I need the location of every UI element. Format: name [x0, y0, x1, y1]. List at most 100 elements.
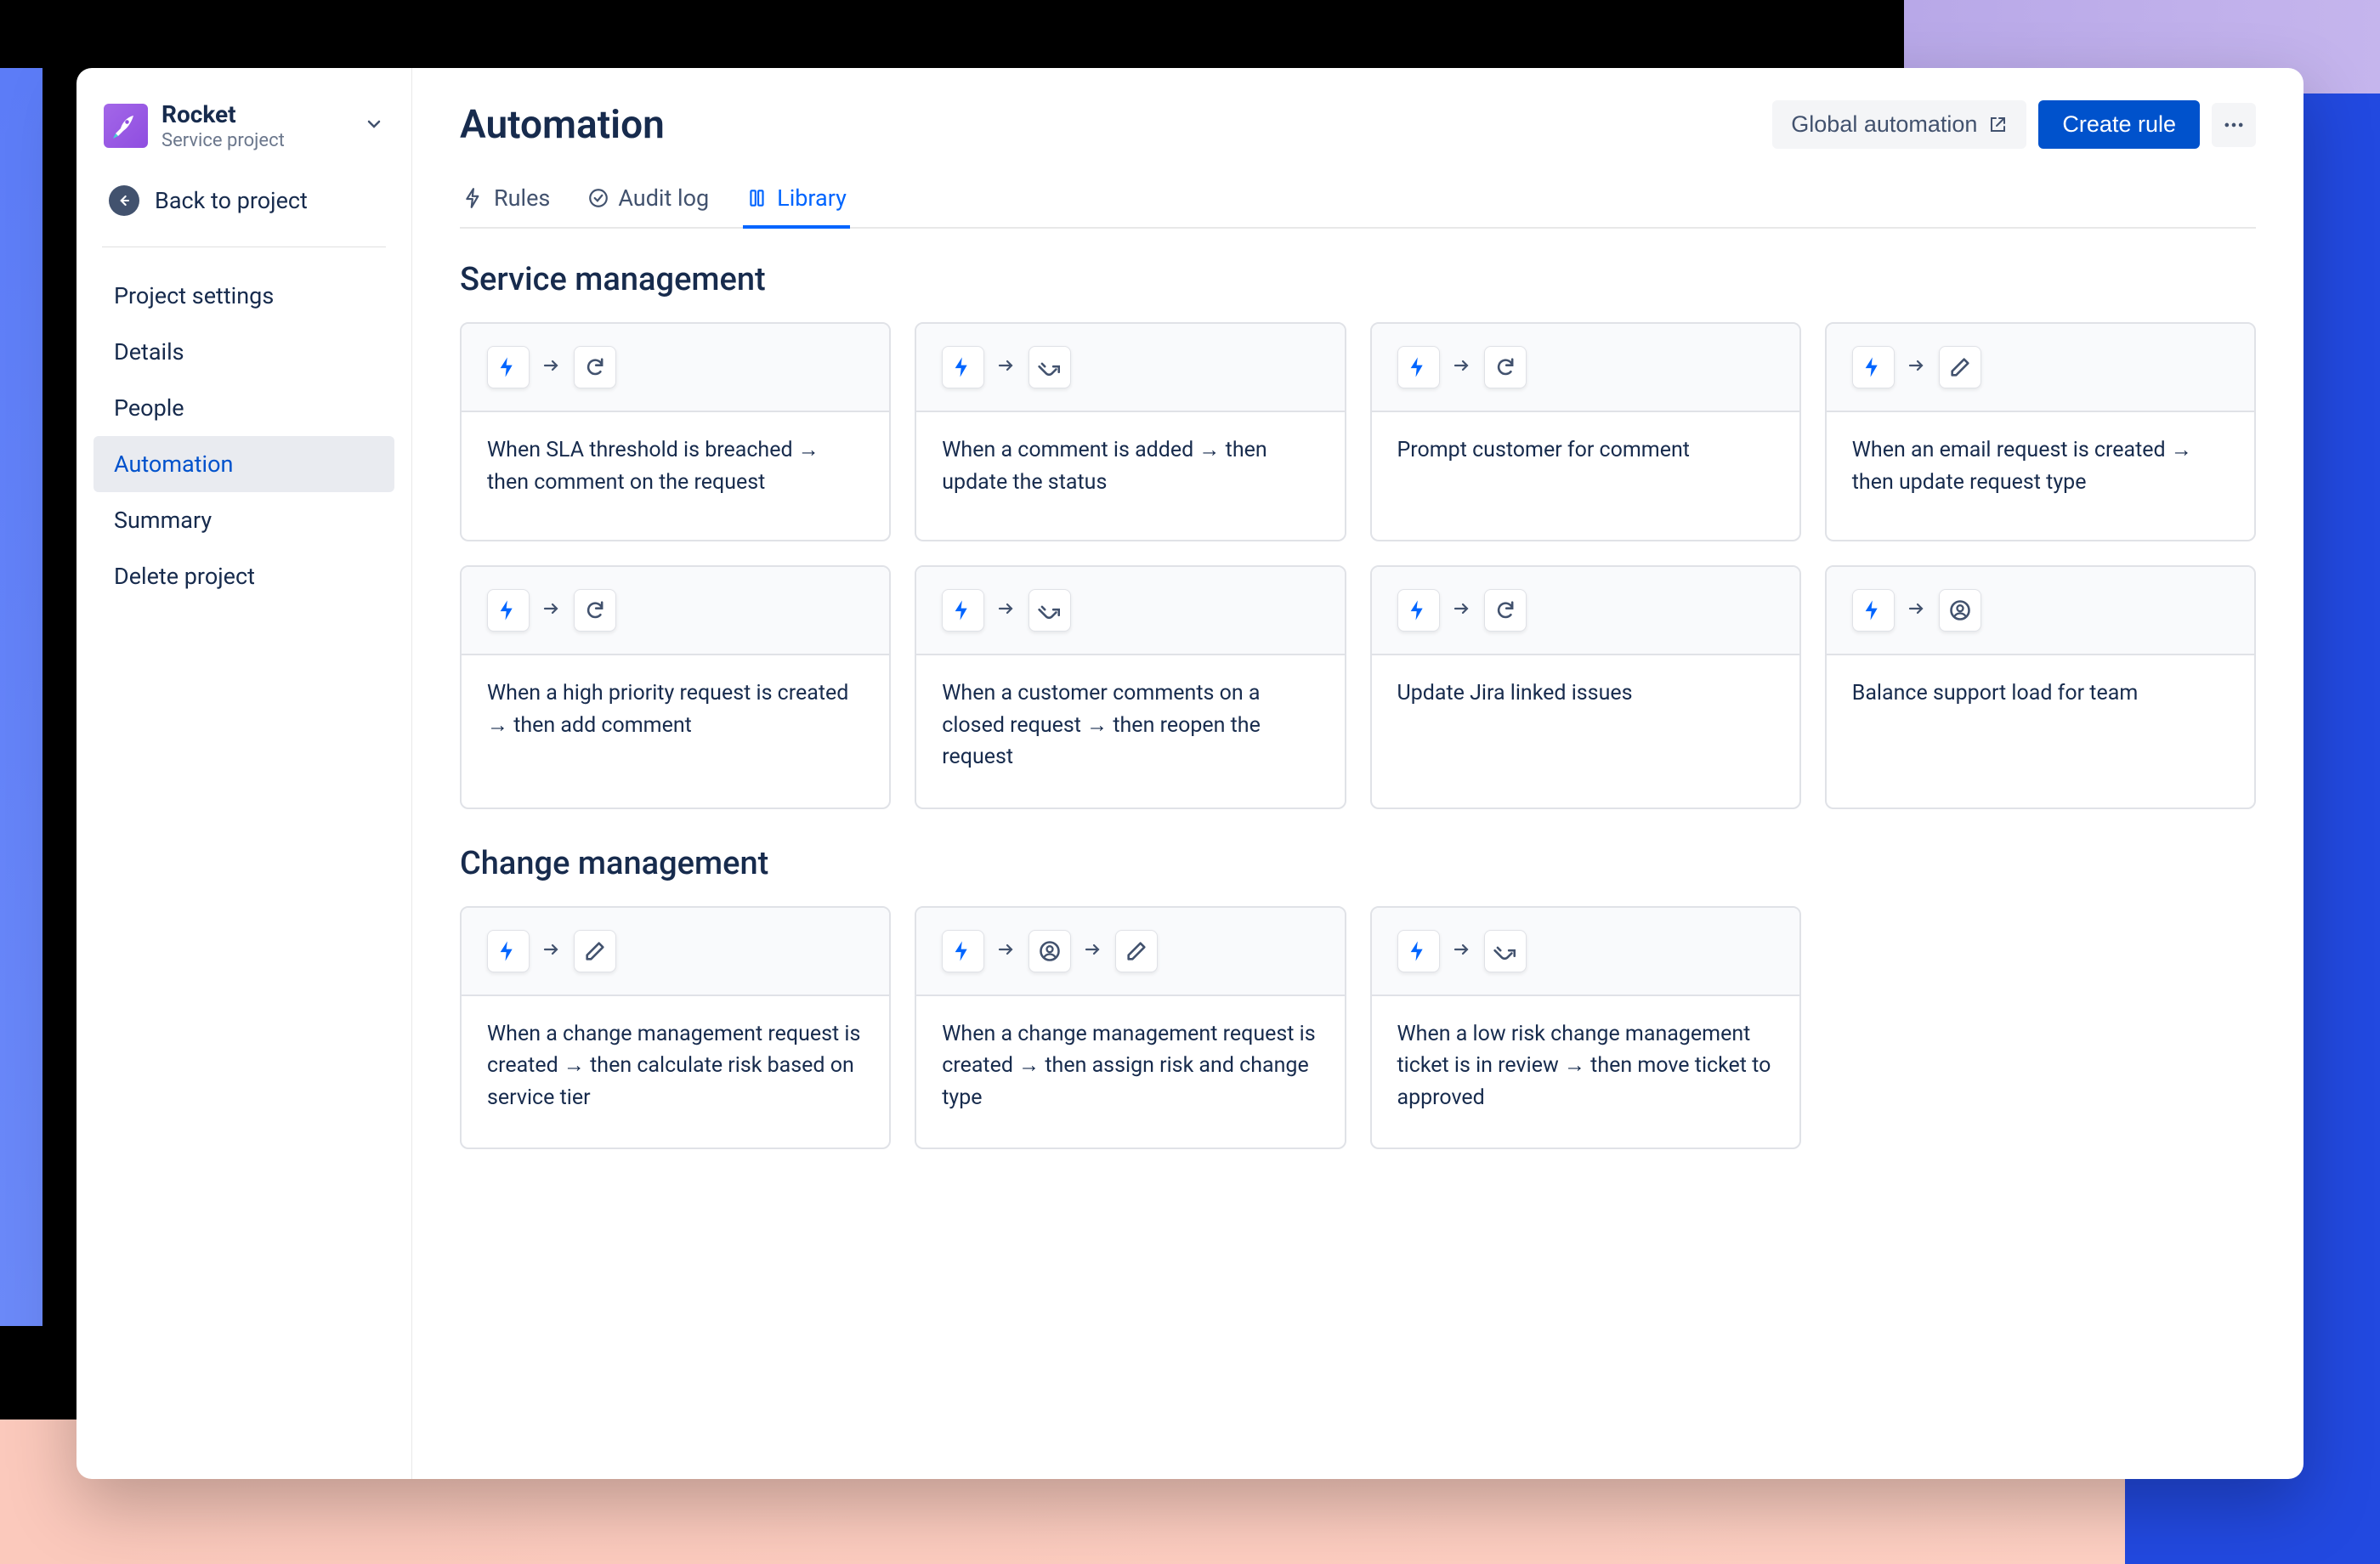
card-grid: When a change management request is crea…	[460, 906, 2256, 1150]
arrow-right-icon	[1452, 939, 1472, 963]
sidebar-item-automation[interactable]: Automation	[94, 436, 394, 492]
card-body: When a change management request is crea…	[462, 996, 889, 1148]
card-body: Balance support load for team	[1827, 655, 2254, 783]
back-to-project[interactable]: Back to project	[94, 173, 394, 241]
automation-card[interactable]: When a comment is added → then update th…	[915, 322, 1346, 541]
sidebar-item-people[interactable]: People	[94, 380, 394, 436]
branch-icon	[1028, 346, 1071, 388]
card-body: When SLA threshold is breached → then co…	[462, 412, 889, 540]
card-header	[1827, 324, 2254, 412]
automation-card[interactable]: When an email request is created → then …	[1825, 322, 2256, 541]
trigger-icon	[942, 589, 984, 632]
user-icon	[1028, 930, 1071, 972]
arrow-right-icon	[996, 355, 1017, 379]
automation-card[interactable]: Balance support load for team	[1825, 565, 2256, 809]
trigger-icon	[1397, 589, 1440, 632]
automation-card[interactable]: Update Jira linked issues	[1370, 565, 1801, 809]
trigger-icon	[1852, 346, 1895, 388]
card-body: When a high priority request is created …	[462, 655, 889, 783]
card-header	[1827, 567, 2254, 655]
card-body: Prompt customer for comment	[1372, 412, 1799, 540]
card-description: When a low risk change management ticket…	[1397, 1018, 1774, 1114]
card-description: When a high priority request is created …	[487, 677, 864, 741]
checkcircle-icon	[587, 187, 609, 209]
card-header	[462, 567, 889, 655]
card-header	[1372, 324, 1799, 412]
more-actions-button[interactable]	[2212, 103, 2256, 147]
card-header	[916, 324, 1344, 412]
tab-rules[interactable]: Rules	[460, 184, 553, 227]
global-automation-label: Global automation	[1791, 111, 1977, 138]
card-header	[1372, 908, 1799, 996]
card-header	[462, 908, 889, 996]
card-body: Update Jira linked issues	[1372, 655, 1799, 783]
automation-card[interactable]: When a low risk change management ticket…	[1370, 906, 1801, 1150]
card-header	[916, 567, 1344, 655]
card-body: When a comment is added → then update th…	[916, 412, 1344, 540]
arrow-right-icon	[1083, 939, 1103, 963]
section-title: Service management	[460, 261, 2256, 298]
refresh-icon	[574, 346, 616, 388]
trigger-icon	[487, 589, 530, 632]
lightning-icon	[463, 187, 485, 209]
sidebar-item-details[interactable]: Details	[94, 324, 394, 380]
user-icon	[1939, 589, 1981, 632]
trigger-icon	[1852, 589, 1895, 632]
tab-audit-log[interactable]: Audit log	[584, 184, 712, 227]
automation-card[interactable]: When a high priority request is created …	[460, 565, 891, 809]
project-type: Service project	[162, 130, 350, 151]
card-description: When a change management request is crea…	[942, 1018, 1318, 1114]
app-window: Rocket Service project Back to project P…	[76, 68, 2304, 1479]
arrow-right-icon	[1452, 598, 1472, 622]
arrow-right-icon	[1452, 355, 1472, 379]
arrow-right-icon	[996, 598, 1017, 622]
edit-icon	[574, 930, 616, 972]
card-body: When an email request is created → then …	[1827, 412, 2254, 540]
sidebar-divider	[102, 246, 386, 247]
card-body: When a customer comments on a closed req…	[916, 655, 1344, 808]
sidebar-item-delete-project[interactable]: Delete project	[94, 548, 394, 604]
arrow-right-icon	[1907, 355, 1927, 379]
automation-card[interactable]: When a change management request is crea…	[460, 906, 891, 1150]
trigger-icon	[1397, 930, 1440, 972]
project-name: Rocket	[162, 100, 350, 128]
arrow-right-icon	[996, 939, 1017, 963]
global-automation-button[interactable]: Global automation	[1772, 100, 2026, 149]
automation-card[interactable]: When a customer comments on a closed req…	[915, 565, 1346, 809]
automation-card[interactable]: Prompt customer for comment	[1370, 322, 1801, 541]
card-description: When a change management request is crea…	[487, 1018, 864, 1114]
trigger-icon	[942, 930, 984, 972]
section-title: Change management	[460, 845, 2256, 882]
sidebar-item-summary[interactable]: Summary	[94, 492, 394, 548]
automation-card[interactable]: When a change management request is crea…	[915, 906, 1346, 1150]
card-header	[1372, 567, 1799, 655]
card-header	[916, 908, 1344, 996]
arrow-right-icon	[541, 939, 562, 963]
page-title: Automation	[460, 102, 665, 148]
refresh-icon	[574, 589, 616, 632]
card-description: When a comment is added → then update th…	[942, 434, 1318, 498]
arrow-right-icon	[541, 598, 562, 622]
more-horizontal-icon	[2222, 113, 2246, 137]
card-description: Prompt customer for comment	[1397, 434, 1774, 467]
chevron-down-icon	[364, 114, 384, 138]
card-description: When a customer comments on a closed req…	[942, 677, 1318, 774]
page-header: Automation Global automation Create rule	[460, 100, 2256, 149]
tab-library[interactable]: Library	[743, 184, 850, 227]
card-grid: When SLA threshold is breached → then co…	[460, 322, 2256, 809]
card-description: When an email request is created → then …	[1852, 434, 2229, 498]
card-description: Update Jira linked issues	[1397, 677, 1774, 710]
card-body: When a change management request is crea…	[916, 996, 1344, 1148]
arrow-right-icon	[1907, 598, 1927, 622]
create-rule-button[interactable]: Create rule	[2038, 100, 2200, 149]
sidebar: Rocket Service project Back to project P…	[76, 68, 412, 1479]
card-body: When a low risk change management ticket…	[1372, 996, 1799, 1148]
back-label: Back to project	[155, 187, 308, 214]
sidebar-item-project-settings[interactable]: Project settings	[94, 268, 394, 324]
refresh-icon	[1484, 346, 1527, 388]
rocket-icon	[104, 104, 148, 148]
back-arrow-icon	[109, 185, 139, 216]
trigger-icon	[487, 930, 530, 972]
project-switcher[interactable]: Rocket Service project	[94, 94, 394, 158]
automation-card[interactable]: When SLA threshold is breached → then co…	[460, 322, 891, 541]
